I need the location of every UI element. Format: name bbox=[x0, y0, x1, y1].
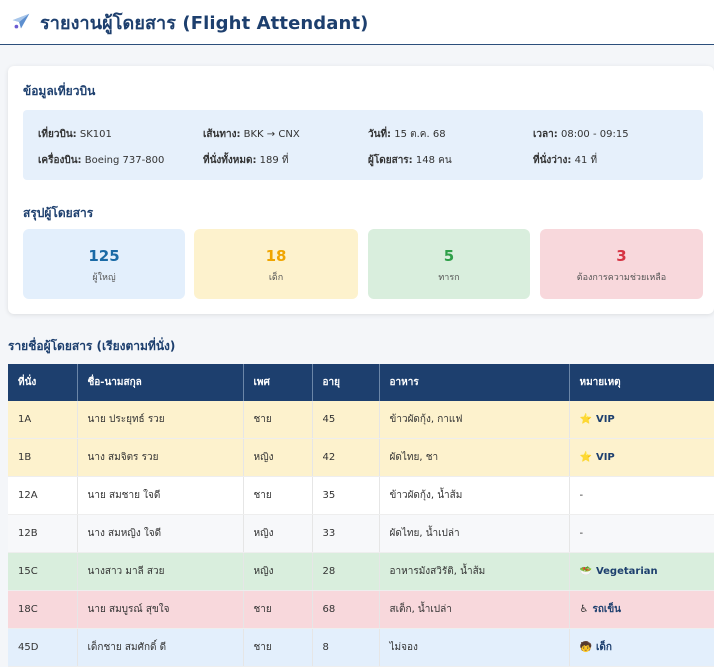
passenger-table: ที่นั่ง ชื่อ-นามสกุล เพศ อายุ อาหาร หมาย… bbox=[8, 364, 714, 667]
airplane-icon bbox=[12, 13, 30, 29]
note-badge: เด็ก bbox=[595, 642, 612, 653]
note-cell: ♿ รถเข็น bbox=[569, 590, 714, 629]
name-cell: นาย สมชาย ใจดี bbox=[77, 476, 244, 515]
gender-cell: ชาย bbox=[243, 401, 313, 439]
wheelchair-icon: ♿ bbox=[579, 604, 589, 615]
meal-cell: ผัดไทย, น้ำเปล่า bbox=[379, 514, 570, 553]
age-cell: 45 bbox=[312, 401, 380, 439]
table-header-row: ที่นั่ง ชื่อ-นามสกุล เพศ อายุ อาหาร หมาย… bbox=[8, 364, 714, 401]
passenger-list-title: รายชื่อผู้โดยสาร (เรียงตามที่นั่ง) bbox=[8, 339, 176, 353]
age-cell: 68 bbox=[312, 590, 380, 629]
star-icon: ⭐ bbox=[579, 414, 592, 425]
table-row[interactable]: 1B นาง สมจิตร รวย หญิง 42 ผัดไทย, ชา ⭐ VIP bbox=[8, 438, 714, 477]
note-badge: VIP bbox=[595, 414, 615, 425]
name-cell: นางสาว มาลี สวย bbox=[77, 552, 244, 591]
gender-cell: ชาย bbox=[243, 628, 313, 667]
seat-cell: 18C bbox=[8, 590, 78, 629]
stat-adults-value: 125 bbox=[88, 247, 120, 265]
meal-cell: สเต็ก, น้ำเปล่า bbox=[379, 590, 570, 629]
note-cell: 🥗 Vegetarian bbox=[569, 552, 714, 591]
aircraft-type: เครื่องบิน: Boeing 737-800 bbox=[38, 155, 165, 166]
total-seats: ที่นั่งทั้งหมด: 189 ที่ bbox=[203, 155, 289, 166]
stat-adults-label: ผู้ใหญ่ bbox=[92, 273, 116, 283]
child-icon: 🧒 bbox=[579, 642, 592, 653]
flight-info-title: ข้อมูลเที่ยวบิน bbox=[23, 84, 96, 98]
column-header-note[interactable]: หมายเหตุ bbox=[569, 364, 714, 401]
meal-cell: ข้าวผัดกุ้ง, กาแฟ bbox=[379, 401, 570, 439]
column-header-seat[interactable]: ที่นั่ง bbox=[8, 364, 78, 401]
stat-infants-value: 5 bbox=[443, 247, 455, 265]
table-row[interactable]: 15C นางสาว มาลี สวย หญิง 28 อาหารมังสวิรัติ,… bbox=[8, 552, 714, 591]
flight-info-box: เที่ยวบิน: SK101 เส้นทาง: BKK → CNX วันท… bbox=[23, 110, 703, 180]
seat-cell: 1B bbox=[8, 438, 78, 477]
flight-date: วันที่: 15 ต.ค. 68 bbox=[368, 129, 446, 140]
seat-cell: 45D bbox=[8, 628, 78, 667]
note-cell: ⭐ VIP bbox=[569, 401, 714, 439]
flight-time: เวลา: 08:00 - 09:15 bbox=[533, 129, 629, 140]
seat-cell: 15C bbox=[8, 552, 78, 591]
flight-info-card: ข้อมูลเที่ยวบิน เที่ยวบิน: SK101 เส้นทาง… bbox=[8, 66, 714, 314]
star-icon: ⭐ bbox=[579, 452, 592, 463]
gender-cell: ชาย bbox=[243, 590, 313, 629]
seat-cell: 12A bbox=[8, 476, 78, 515]
table-row[interactable]: 12A นาย สมชาย ใจดี ชาย 35 ข้าวผัดกุ้ง, น้ำส้… bbox=[8, 476, 714, 515]
note-cell: ⭐ VIP bbox=[569, 438, 714, 477]
column-header-age[interactable]: อายุ bbox=[312, 364, 380, 401]
meal-cell: ไม่จอง bbox=[379, 628, 570, 667]
flight-route: เส้นทาง: BKK → CNX bbox=[203, 129, 300, 140]
age-cell: 33 bbox=[312, 514, 380, 553]
table-row[interactable]: 1A นาย ประยุทธ์ รวย ชาย 45 ข้าวผัดกุ้ง, กาแฟ… bbox=[8, 401, 714, 439]
age-cell: 28 bbox=[312, 552, 380, 591]
stat-children-value: 18 bbox=[265, 247, 287, 265]
stat-assistance-label: ต้องการความช่วยเหลือ bbox=[576, 273, 667, 283]
note-cell: 🧒 เด็ก bbox=[569, 628, 714, 667]
stat-adults: 125 ผู้ใหญ่ bbox=[23, 229, 185, 299]
meal-cell: อาหารมังสวิรัติ, น้ำส้ม bbox=[379, 552, 570, 591]
note-badge: รถเข็น bbox=[592, 604, 621, 615]
table-row[interactable]: 18C นาย สมบูรณ์ สุขใจ ชาย 68 สเต็ก, น้ำเปล่า… bbox=[8, 590, 714, 629]
table-row[interactable]: 12B นาง สมหญิง ใจดี หญิง 33 ผัดไทย, น้ำเปล่า… bbox=[8, 514, 714, 553]
stat-assistance: 3 ต้องการความช่วยเหลือ bbox=[540, 229, 703, 299]
seat-cell: 12B bbox=[8, 514, 78, 553]
name-cell: นาง สมหญิง ใจดี bbox=[77, 514, 244, 553]
column-header-name[interactable]: ชื่อ-นามสกุล bbox=[77, 364, 244, 401]
salad-icon: 🥗 bbox=[579, 566, 592, 577]
vacant-seats: ที่นั่งว่าง: 41 ที่ bbox=[533, 155, 598, 166]
age-cell: 42 bbox=[312, 438, 380, 477]
age-cell: 35 bbox=[312, 476, 380, 515]
note-badge: Vegetarian bbox=[595, 566, 658, 577]
column-header-meal[interactable]: อาหาร bbox=[379, 364, 570, 401]
stat-children-label: เด็ก bbox=[268, 273, 284, 283]
age-cell: 8 bbox=[312, 628, 380, 667]
name-cell: นาย สมบูรณ์ สุขใจ bbox=[77, 590, 244, 629]
gender-cell: หญิง bbox=[243, 514, 313, 553]
stat-children: 18 เด็ก bbox=[194, 229, 358, 299]
page-title: รายงานผู้โดยสาร (Flight Attendant) bbox=[40, 12, 369, 34]
gender-cell: ชาย bbox=[243, 476, 313, 515]
column-header-gender[interactable]: เพศ bbox=[243, 364, 313, 401]
note-cell: - bbox=[569, 514, 714, 553]
page-header: รายงานผู้โดยสาร (Flight Attendant) bbox=[0, 0, 714, 45]
passenger-count: ผู้โดยสาร: 148 คน bbox=[368, 155, 452, 166]
flight-number: เที่ยวบิน: SK101 bbox=[38, 129, 112, 140]
stat-infants: 5 ทารก bbox=[368, 229, 530, 299]
stat-infants-label: ทารก bbox=[438, 273, 460, 283]
meal-cell: ข้าวผัดกุ้ง, น้ำส้ม bbox=[379, 476, 570, 515]
stat-assistance-value: 3 bbox=[616, 247, 627, 265]
seat-cell: 1A bbox=[8, 401, 78, 439]
summary-title: สรุปผู้โดยสาร bbox=[23, 206, 94, 220]
table-row[interactable]: 45D เด็กชาย สมศักดิ์ ดี ชาย 8 ไม่จอง 🧒 เด็ก bbox=[8, 628, 714, 667]
name-cell: เด็กชาย สมศักดิ์ ดี bbox=[77, 628, 244, 667]
gender-cell: หญิง bbox=[243, 552, 313, 591]
note-cell: - bbox=[569, 476, 714, 515]
meal-cell: ผัดไทย, ชา bbox=[379, 438, 570, 477]
name-cell: นาง สมจิตร รวย bbox=[77, 438, 244, 477]
name-cell: นาย ประยุทธ์ รวย bbox=[77, 401, 244, 439]
note-badge: VIP bbox=[595, 452, 615, 463]
gender-cell: หญิง bbox=[243, 438, 313, 477]
